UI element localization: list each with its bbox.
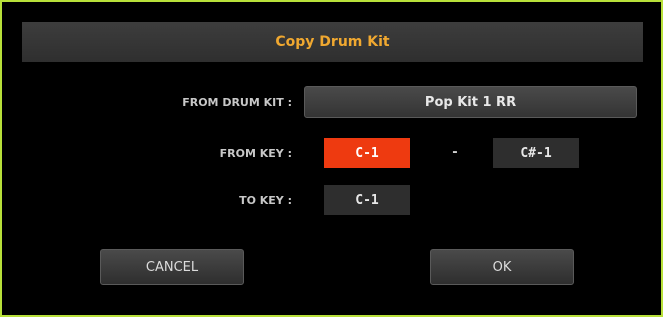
range-separator: - [452,145,458,160]
cancel-button[interactable]: CANCEL [100,249,244,285]
from-key-end-field[interactable]: C#-1 [493,138,579,168]
from-drum-kit-label: FROM DRUM KIT : [182,96,292,109]
to-key-label: TO KEY : [239,194,292,207]
from-key-start-field[interactable]: C-1 [324,138,410,168]
from-drum-kit-field[interactable]: Pop Kit 1 RR [304,86,637,118]
ok-button[interactable]: OK [430,249,574,285]
from-key-label: FROM KEY : [219,147,292,160]
dialog-title: Copy Drum Kit [22,22,643,62]
copy-drum-kit-dialog: Copy Drum Kit FROM DRUM KIT : Pop Kit 1 … [0,0,663,317]
to-key-field[interactable]: C-1 [324,185,410,215]
